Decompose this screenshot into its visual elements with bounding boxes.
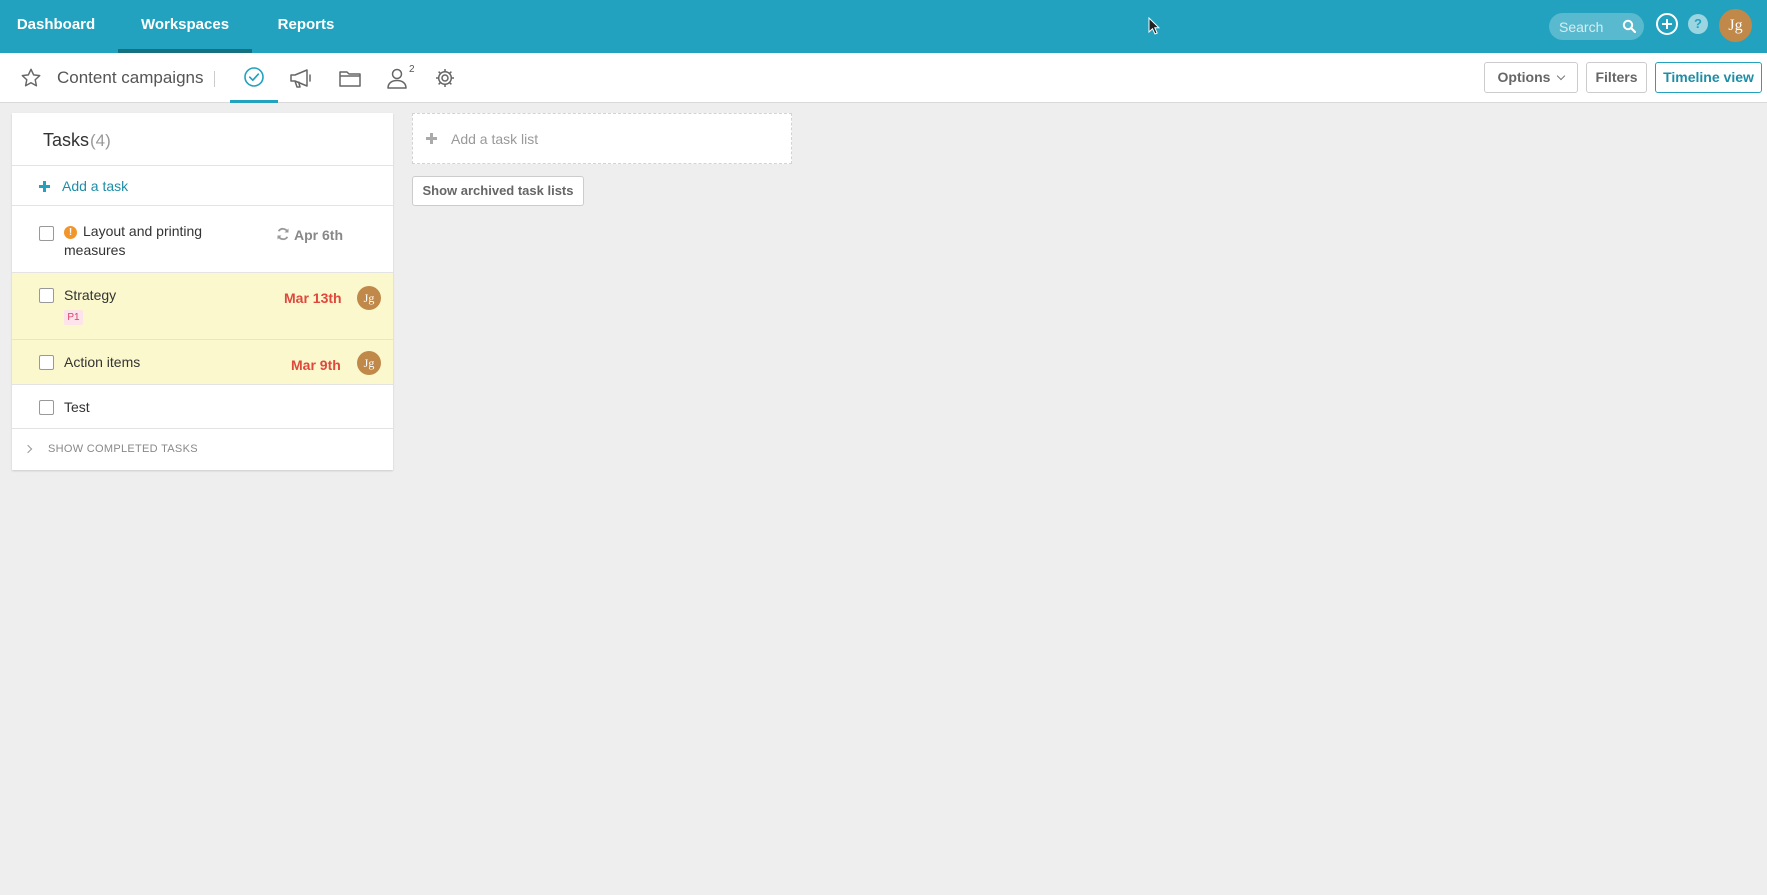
help-icon[interactable]: ? [1688, 14, 1708, 34]
person-icon [387, 68, 407, 89]
workspace-toolbar: Content campaigns 2 Options Filters Time… [0, 53, 1767, 103]
nav-dashboard[interactable]: Dashboard [0, 0, 112, 53]
task-checkbox[interactable] [39, 226, 54, 241]
add-new-icon[interactable] [1656, 13, 1678, 35]
search-icon[interactable] [1622, 19, 1637, 38]
search-box[interactable] [1549, 13, 1644, 40]
top-navigation-bar: Dashboard Workspaces Reports ? Jg [0, 0, 1767, 53]
nav-workspaces[interactable]: Workspaces [118, 0, 252, 53]
due-date[interactable]: Mar 9th [291, 357, 341, 373]
task-row[interactable]: Action items Mar 9th Jg [12, 340, 393, 385]
add-task-list-label: Add a task list [451, 131, 539, 147]
megaphone-icon [290, 69, 311, 88]
task-name[interactable]: Strategy [64, 286, 116, 305]
chevron-right-icon [23, 444, 33, 454]
task-checkbox[interactable] [39, 400, 54, 415]
due-date[interactable]: Mar 13th [284, 290, 342, 306]
task-row[interactable]: Strategy P1 Mar 13th Jg [12, 273, 393, 340]
assignee-avatar[interactable]: Jg [357, 351, 381, 375]
add-task-button[interactable]: Add a task [12, 166, 393, 206]
gear-icon [436, 69, 454, 87]
plus-icon [39, 181, 50, 192]
task-list-panel: Tasks (4) Add a task ! Layout and printin… [12, 113, 393, 470]
title-divider [214, 71, 215, 87]
user-avatar[interactable]: Jg [1719, 9, 1752, 42]
mouse-cursor-icon [1148, 16, 1161, 40]
task-count: (4) [90, 131, 111, 150]
recurring-icon [276, 227, 290, 246]
priority-tag[interactable]: P1 [64, 310, 83, 325]
check-circle-icon [244, 66, 264, 87]
show-archived-button[interactable]: Show archived task lists [412, 176, 584, 206]
warning-icon: ! [64, 226, 77, 239]
search-input[interactable] [1559, 13, 1619, 40]
options-button-label: Options [1497, 69, 1551, 85]
folder-icon [339, 71, 361, 87]
options-button[interactable]: Options [1484, 62, 1578, 93]
tab-files[interactable] [332, 53, 368, 103]
task-row[interactable]: Test [12, 385, 393, 429]
filters-button[interactable]: Filters [1586, 62, 1647, 93]
show-completed-label: SHOW COMPLETED TASKS [48, 443, 198, 455]
task-row[interactable]: ! Layout and printing measures Apr 6th [12, 206, 393, 273]
timeline-view-button[interactable]: Timeline view [1655, 62, 1762, 93]
task-checkbox[interactable] [39, 288, 54, 303]
tab-settings[interactable] [428, 53, 462, 103]
add-task-list-button[interactable]: Add a task list [412, 113, 792, 164]
task-list-title[interactable]: Tasks [43, 130, 89, 151]
tab-people[interactable] [380, 53, 414, 103]
star-icon[interactable] [20, 67, 42, 94]
tab-announcements[interactable] [284, 53, 320, 103]
tab-tasks[interactable] [230, 53, 278, 103]
task-name[interactable]: Test [64, 398, 90, 417]
task-name[interactable]: Layout and printing measures [64, 223, 202, 258]
nav-reports[interactable]: Reports [260, 0, 352, 53]
plus-icon [426, 133, 437, 144]
add-task-label: Add a task [62, 178, 129, 194]
chevron-down-icon [1557, 71, 1566, 81]
task-list-header: Tasks (4) [12, 113, 393, 166]
due-date[interactable]: Apr 6th [294, 227, 343, 243]
show-completed-tasks-toggle[interactable]: SHOW COMPLETED TASKS [12, 429, 393, 470]
task-name[interactable]: Action items [64, 353, 140, 372]
task-checkbox[interactable] [39, 355, 54, 370]
assignee-avatar[interactable]: Jg [357, 286, 381, 310]
people-count-badge: 2 [409, 64, 415, 75]
workspace-title: Content campaigns [57, 68, 204, 87]
